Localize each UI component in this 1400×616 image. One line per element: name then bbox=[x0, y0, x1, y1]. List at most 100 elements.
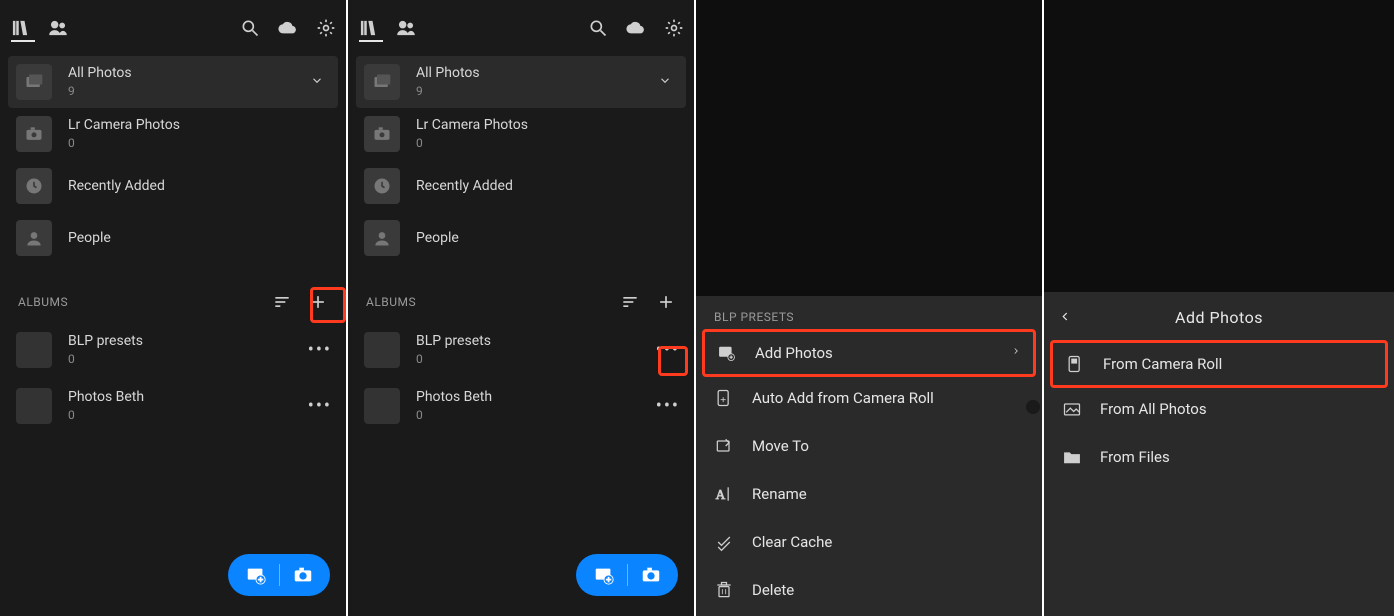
menu-clear-cache[interactable]: Clear Cache bbox=[696, 518, 1042, 566]
library-item-all-photos[interactable]: All Photos9 bbox=[356, 56, 686, 108]
album-thumbnail bbox=[16, 332, 52, 368]
camera-icon bbox=[364, 116, 400, 152]
top-bar bbox=[348, 0, 694, 40]
people-icon[interactable] bbox=[48, 18, 68, 38]
library-item-people[interactable]: People bbox=[348, 212, 694, 264]
item-label: People bbox=[68, 229, 111, 247]
album-count: 0 bbox=[68, 350, 143, 368]
chevron-right-icon bbox=[1011, 344, 1021, 362]
album-photos-beth[interactable]: Photos Beth0 ••• bbox=[348, 378, 694, 434]
library-item-lr-camera[interactable]: Lr Camera Photos0 bbox=[0, 108, 346, 160]
search-icon[interactable] bbox=[588, 18, 608, 38]
menu-label: From Files bbox=[1100, 448, 1170, 466]
menu-move-to[interactable]: Move To bbox=[696, 422, 1042, 470]
more-icon[interactable]: ••• bbox=[308, 340, 332, 361]
album-label: Photos Beth bbox=[68, 388, 144, 406]
menu-add-photos[interactable]: Add Photos bbox=[702, 329, 1036, 377]
panel-4: All Photos11 Lr Camera Photos0 Recently … bbox=[1044, 0, 1394, 616]
library-item-recently-added[interactable]: Recently Added bbox=[348, 160, 694, 212]
add-icon[interactable] bbox=[304, 288, 332, 316]
cloud-icon[interactable] bbox=[278, 18, 298, 38]
people-icon[interactable] bbox=[396, 18, 416, 38]
top-bar bbox=[0, 0, 346, 40]
more-icon[interactable]: ••• bbox=[656, 396, 680, 417]
album-photos-beth[interactable]: Photos Beth0 ••• bbox=[0, 378, 346, 434]
panel-1: All Photos9 Lr Camera Photos0 Recently A… bbox=[0, 0, 348, 616]
trash-icon bbox=[714, 580, 734, 600]
rename-icon: A bbox=[714, 484, 734, 504]
add-icon[interactable] bbox=[652, 288, 680, 316]
fab-import-camera[interactable] bbox=[228, 554, 330, 596]
item-count: 9 bbox=[416, 82, 480, 100]
item-label: All Photos bbox=[416, 64, 480, 82]
sheet-title: Add Photos bbox=[1044, 292, 1394, 343]
panel-2: All Photos9 Lr Camera Photos0 Recently A… bbox=[348, 0, 696, 616]
all-photos-icon bbox=[1062, 399, 1082, 419]
item-count: 9 bbox=[68, 82, 132, 100]
dim-overlay bbox=[696, 0, 1042, 296]
album-blp-presets[interactable]: BLP presets0 ••• bbox=[0, 322, 346, 378]
sheet-title: BLP PRESETS bbox=[696, 296, 1042, 332]
menu-label: Rename bbox=[752, 485, 807, 503]
library-icon[interactable] bbox=[358, 18, 378, 38]
menu-label: Add Photos bbox=[755, 344, 833, 362]
album-label: BLP presets bbox=[416, 332, 491, 350]
gear-icon[interactable] bbox=[664, 18, 684, 38]
camera-icon bbox=[640, 564, 662, 586]
auto-add-icon bbox=[714, 388, 734, 408]
item-label: Lr Camera Photos bbox=[416, 116, 528, 134]
menu-label: Move To bbox=[752, 437, 809, 455]
library-item-all-photos[interactable]: All Photos9 bbox=[8, 56, 338, 108]
menu-label: Clear Cache bbox=[752, 533, 832, 551]
panel-3: All Photos10 Lr Camera Photos0 Recently … bbox=[696, 0, 1044, 616]
sort-icon[interactable] bbox=[616, 288, 644, 316]
album-thumbnail bbox=[16, 388, 52, 424]
menu-from-camera-roll[interactable]: From Camera Roll bbox=[1050, 340, 1388, 388]
clock-icon bbox=[16, 168, 52, 204]
blp-presets-sheet: BLP PRESETS Add Photos Auto Add from Cam… bbox=[696, 296, 1042, 616]
add-photos-icon bbox=[717, 343, 737, 363]
menu-from-all-photos[interactable]: From All Photos bbox=[1044, 385, 1394, 433]
item-label: Recently Added bbox=[68, 177, 165, 195]
import-image-icon bbox=[245, 564, 267, 586]
camera-icon bbox=[292, 564, 314, 586]
chevron-down-icon bbox=[310, 73, 324, 92]
camera-icon bbox=[16, 116, 52, 152]
section-label: ALBUMS bbox=[366, 295, 416, 309]
album-blp-presets[interactable]: BLP presets0 ••• bbox=[348, 322, 694, 378]
back-button[interactable] bbox=[1058, 308, 1072, 327]
gear-icon[interactable] bbox=[316, 18, 336, 38]
add-photos-sheet: Add Photos From Camera Roll From All Pho… bbox=[1044, 292, 1394, 616]
album-count: 0 bbox=[416, 350, 491, 368]
section-label: ALBUMS bbox=[18, 295, 68, 309]
library-icon[interactable] bbox=[10, 18, 30, 38]
move-icon bbox=[714, 436, 734, 456]
item-count: 0 bbox=[68, 134, 180, 152]
fab-import-camera[interactable] bbox=[576, 554, 678, 596]
svg-text:A: A bbox=[716, 487, 726, 502]
library-item-recently-added[interactable]: Recently Added bbox=[0, 160, 346, 212]
library-item-people[interactable]: People bbox=[0, 212, 346, 264]
menu-from-files[interactable]: From Files bbox=[1044, 433, 1394, 481]
album-count: 0 bbox=[416, 406, 492, 424]
image-stack-icon bbox=[16, 64, 52, 100]
sort-icon[interactable] bbox=[268, 288, 296, 316]
more-icon[interactable]: ••• bbox=[656, 340, 680, 361]
item-count: 0 bbox=[416, 134, 528, 152]
cloud-icon[interactable] bbox=[626, 18, 646, 38]
import-image-icon bbox=[593, 564, 615, 586]
menu-label: From Camera Roll bbox=[1103, 355, 1222, 373]
chevron-down-icon bbox=[658, 73, 672, 92]
more-icon[interactable]: ••• bbox=[308, 396, 332, 417]
menu-label: Delete bbox=[752, 581, 794, 599]
person-icon bbox=[364, 220, 400, 256]
albums-section-header: ALBUMS bbox=[348, 264, 694, 322]
menu-delete[interactable]: Delete bbox=[696, 566, 1042, 614]
library-item-lr-camera[interactable]: Lr Camera Photos0 bbox=[348, 108, 694, 160]
clock-icon bbox=[364, 168, 400, 204]
menu-rename[interactable]: A Rename bbox=[696, 470, 1042, 518]
menu-auto-add[interactable]: Auto Add from Camera Roll bbox=[696, 374, 1042, 422]
dim-overlay bbox=[1044, 0, 1394, 292]
search-icon[interactable] bbox=[240, 18, 260, 38]
album-thumbnail bbox=[364, 332, 400, 368]
